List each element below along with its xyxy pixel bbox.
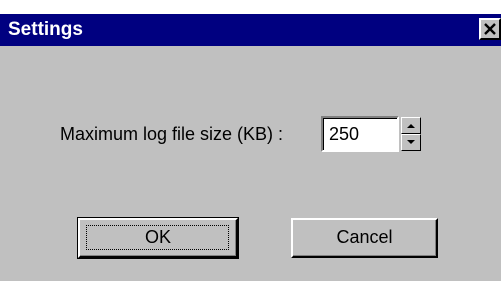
settings-dialog: Settings Maximum log file size (KB) : OK… xyxy=(0,0,501,281)
cancel-button[interactable]: Cancel xyxy=(291,218,438,258)
arrow-down-icon xyxy=(407,140,415,144)
spin-down-button[interactable] xyxy=(401,134,421,151)
spin-up-button[interactable] xyxy=(401,117,421,134)
title-bar[interactable]: Settings xyxy=(0,14,501,46)
log-size-input[interactable] xyxy=(321,116,399,152)
dialog-body: Maximum log file size (KB) : OK Cancel xyxy=(0,46,501,281)
close-button[interactable] xyxy=(479,18,501,40)
arrow-up-icon xyxy=(407,124,415,128)
window-title: Settings xyxy=(8,19,83,40)
cancel-button-label: Cancel xyxy=(336,227,393,247)
ok-button[interactable]: OK xyxy=(77,217,239,259)
close-icon xyxy=(484,23,496,35)
ok-button-label: OK xyxy=(144,227,171,247)
log-size-label: Maximum log file size (KB) : xyxy=(60,124,284,144)
